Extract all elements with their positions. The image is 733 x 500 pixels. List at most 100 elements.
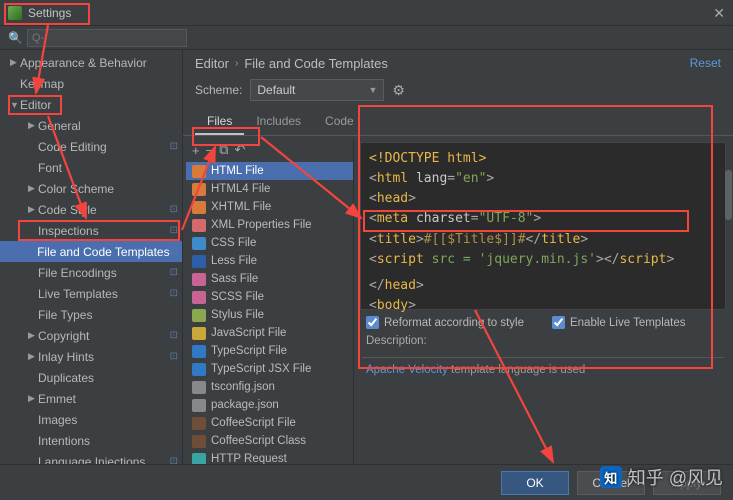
sidebar-item-copyright[interactable]: ▶Copyright⊡ [0, 325, 182, 346]
tree-arrow-icon: ▼ [10, 100, 20, 110]
template-coffeescript-class[interactable]: CoffeeScript Class [186, 432, 353, 450]
tree-arrow-icon: ▶ [10, 57, 20, 68]
template-code-editor[interactable]: <!DOCTYPE html> <html lang="en"> <head> … [360, 142, 726, 310]
file-icon [192, 363, 206, 376]
sidebar-item-live-templates[interactable]: Live Templates⊡ [0, 283, 182, 304]
template-html-file[interactable]: HTML File [186, 162, 353, 180]
sidebar-item-code-editing[interactable]: Code Editing⊡ [0, 136, 182, 157]
search-icon: 🔍 [8, 31, 23, 45]
remove-button[interactable]: − [206, 143, 214, 158]
watermark: 知 知乎 @风见 [600, 464, 723, 490]
template-sass-file[interactable]: Sass File [186, 270, 353, 288]
tree-arrow-icon: ▶ [28, 204, 38, 215]
modified-dot-icon: ⊡ [170, 351, 178, 362]
ok-button[interactable]: OK [501, 471, 569, 495]
footnote: Apache Velocity template language is use… [360, 362, 726, 378]
template-http-request[interactable]: HTTP Request [186, 450, 353, 464]
template-html4-file[interactable]: HTML4 File [186, 180, 353, 198]
breadcrumb: Editor › File and Code Templates Reset [183, 50, 733, 76]
close-icon[interactable]: ✕ [713, 5, 725, 22]
sidebar-item-code-style[interactable]: ▶Code Style⊡ [0, 199, 182, 220]
reformat-checkbox[interactable]: Reformat according to style [366, 316, 524, 329]
file-icon [192, 327, 206, 340]
sidebar-item-color-scheme[interactable]: ▶Color Scheme [0, 178, 182, 199]
modified-dot-icon: ⊡ [170, 330, 178, 341]
file-icon [192, 399, 206, 412]
file-icon [192, 237, 206, 250]
file-icon [192, 309, 206, 322]
rollback-button[interactable]: ↶ [234, 142, 245, 158]
sidebar-item-font[interactable]: Font [0, 157, 182, 178]
file-icon [192, 291, 206, 304]
sidebar-item-general[interactable]: ▶General [0, 115, 182, 136]
file-icon [192, 183, 206, 196]
modified-dot-icon: ⊡ [170, 246, 178, 257]
file-icon [192, 165, 206, 178]
copy-button[interactable]: ⧉ [219, 142, 228, 158]
sidebar-item-inlay-hints[interactable]: ▶Inlay Hints⊡ [0, 346, 182, 367]
reset-link[interactable]: Reset [690, 56, 721, 70]
template-less-file[interactable]: Less File [186, 252, 353, 270]
tab-includes[interactable]: Includes [244, 110, 313, 135]
file-icon [192, 255, 206, 268]
tab-files[interactable]: Files [195, 110, 244, 135]
sidebar-item-emmet[interactable]: ▶Emmet [0, 388, 182, 409]
template-tsconfig-json[interactable]: tsconfig.json [186, 378, 353, 396]
tree-arrow-icon: ▶ [28, 183, 38, 194]
sidebar-item-intentions[interactable]: Intentions [0, 430, 182, 451]
tree-arrow-icon: ▶ [28, 120, 38, 131]
template-css-file[interactable]: CSS File [186, 234, 353, 252]
modified-dot-icon: ⊡ [170, 141, 178, 152]
breadcrumb-current: File and Code Templates [244, 56, 388, 71]
modified-dot-icon: ⊡ [170, 267, 178, 278]
app-icon [8, 6, 22, 20]
file-icon [192, 381, 206, 394]
modified-dot-icon: ⊡ [170, 456, 178, 464]
file-icon [192, 417, 206, 430]
sidebar-item-inspections[interactable]: Inspections⊡ [0, 220, 182, 241]
template-xhtml-file[interactable]: XHTML File [186, 198, 353, 216]
template-javascript-file[interactable]: JavaScript File [186, 324, 353, 342]
scrollbar-thumb[interactable] [725, 170, 732, 220]
file-icon [192, 219, 206, 232]
description-label: Description: [360, 331, 726, 351]
sidebar-item-images[interactable]: Images [0, 409, 182, 430]
zhihu-icon: 知 [600, 466, 622, 488]
template-scss-file[interactable]: SCSS File [186, 288, 353, 306]
modified-dot-icon: ⊡ [170, 225, 178, 236]
sidebar-item-file-types[interactable]: File Types [0, 304, 182, 325]
window-title: Settings [28, 6, 71, 20]
live-templates-checkbox[interactable]: Enable Live Templates [552, 316, 686, 329]
file-icon [192, 453, 206, 465]
sidebar-item-duplicates[interactable]: Duplicates [0, 367, 182, 388]
sidebar-item-appearance-behavior[interactable]: ▶Appearance & Behavior [0, 52, 182, 73]
file-icon [192, 273, 206, 286]
modified-dot-icon: ⊡ [170, 204, 178, 215]
scheme-select[interactable]: Default ▼ [250, 79, 384, 101]
chevron-right-icon: › [235, 58, 238, 69]
template-typescript-jsx-file[interactable]: TypeScript JSX File [186, 360, 353, 378]
tree-arrow-icon: ▶ [28, 351, 38, 362]
template-xml-properties-file[interactable]: XML Properties File [186, 216, 353, 234]
template-package-json[interactable]: package.json [186, 396, 353, 414]
sidebar-item-file-and-code-templates[interactable]: File and Code Templates⊡ [0, 241, 182, 262]
sidebar-item-keymap[interactable]: Keymap [0, 73, 182, 94]
scheme-label: Scheme: [195, 83, 242, 97]
sidebar-item-language-injections[interactable]: Language Injections⊡ [0, 451, 182, 464]
settings-tree: ▶Appearance & BehaviorKeymap▼Editor▶Gene… [0, 50, 183, 464]
template-typescript-file[interactable]: TypeScript File [186, 342, 353, 360]
template-coffeescript-file[interactable]: CoffeeScript File [186, 414, 353, 432]
sidebar-item-file-encodings[interactable]: File Encodings⊡ [0, 262, 182, 283]
tab-code[interactable]: Code [313, 110, 366, 135]
apache-velocity-link[interactable]: Apache Velocity [366, 364, 448, 376]
tree-arrow-icon: ▶ [28, 393, 38, 404]
add-button[interactable]: + [192, 143, 200, 158]
sidebar-item-editor[interactable]: ▼Editor [0, 94, 182, 115]
search-input[interactable] [27, 29, 187, 47]
gear-icon[interactable]: ⚙ [392, 82, 405, 99]
breadcrumb-editor[interactable]: Editor [195, 56, 229, 71]
template-stylus-file[interactable]: Stylus File [186, 306, 353, 324]
scheme-value: Default [257, 83, 295, 97]
file-icon [192, 345, 206, 358]
modified-dot-icon: ⊡ [170, 288, 178, 299]
